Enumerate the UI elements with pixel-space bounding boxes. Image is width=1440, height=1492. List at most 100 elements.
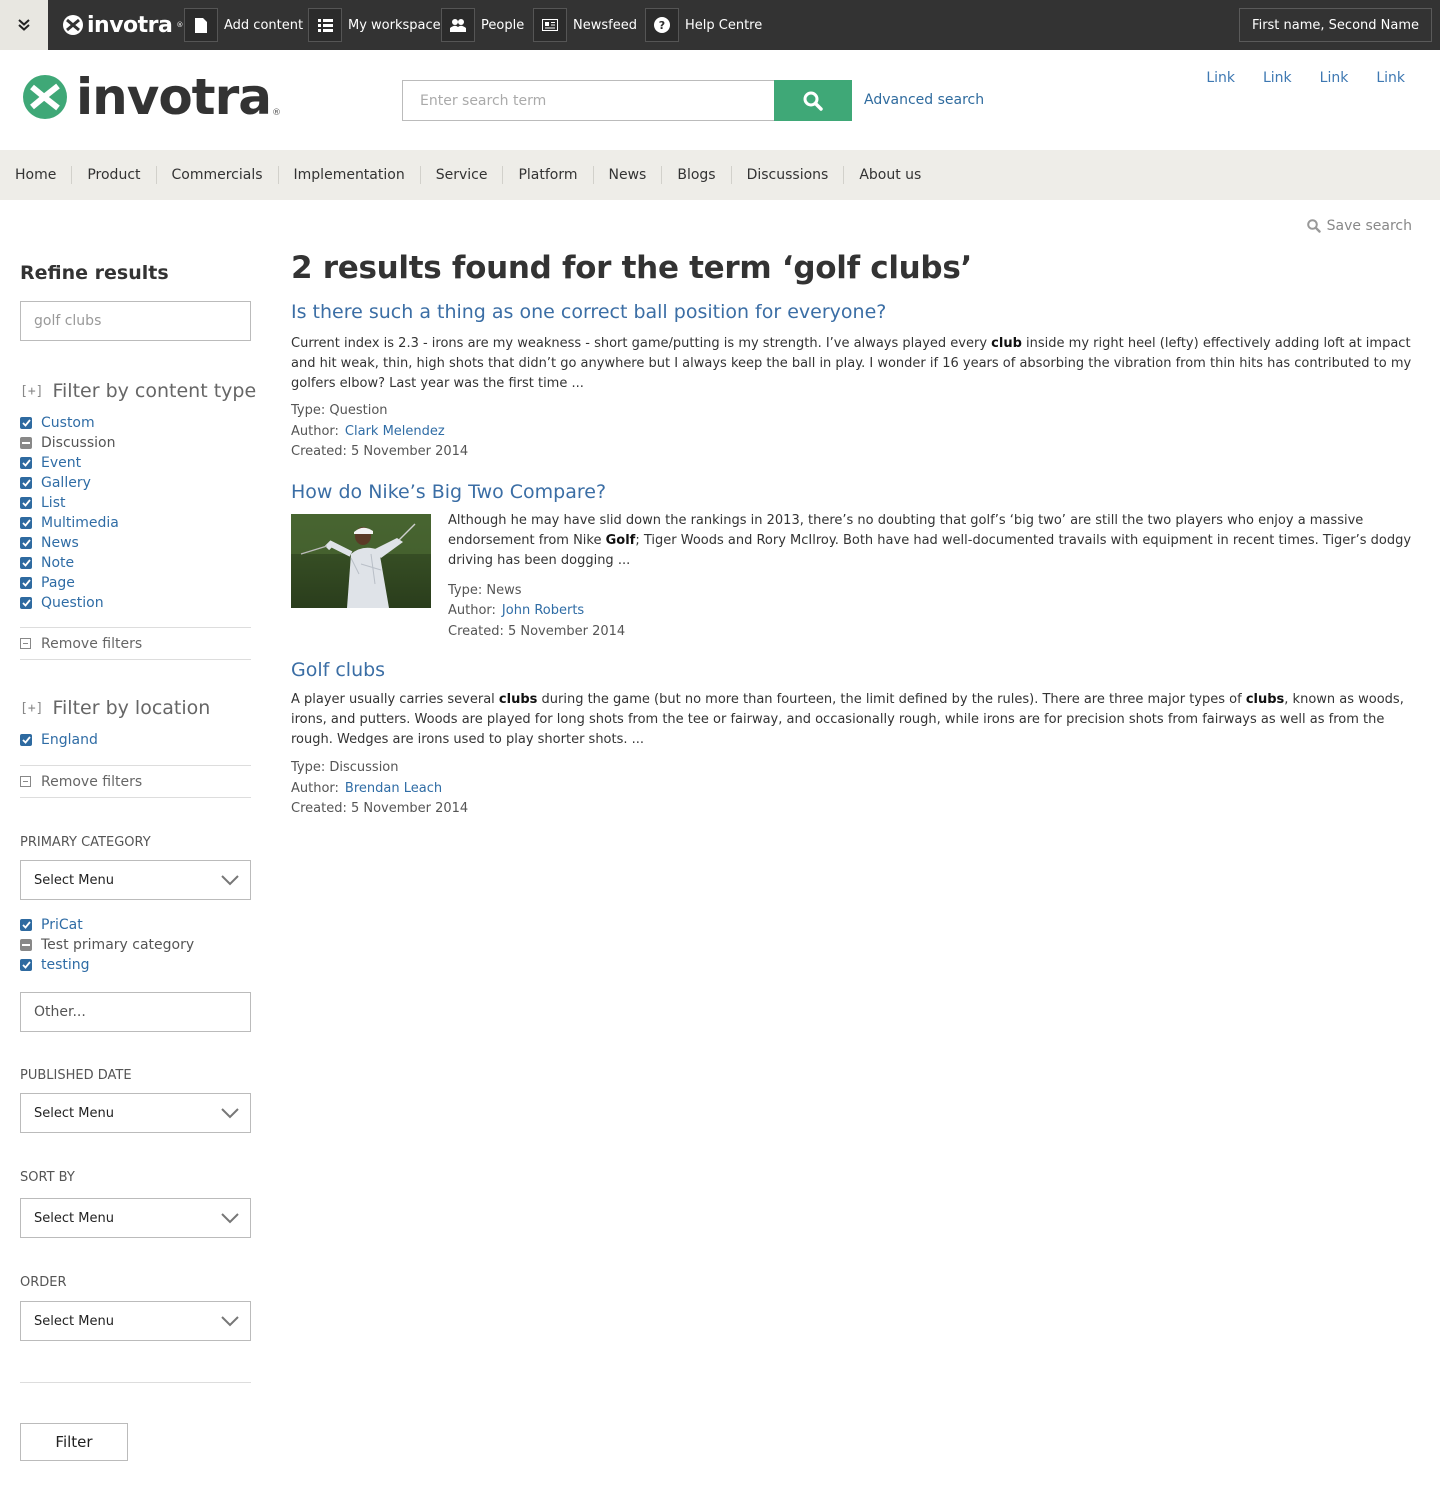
remove-location-filters[interactable]: Remove filters — [20, 765, 251, 798]
published-date-select[interactable]: Select Menu — [20, 1093, 251, 1133]
newsfeed-label: Newsfeed — [573, 17, 637, 33]
sort-by-label: SORT BY — [20, 1170, 75, 1185]
refine-search-input[interactable]: golf clubs — [20, 301, 251, 341]
save-search-button[interactable]: Save search — [1306, 218, 1412, 234]
result-title-link[interactable]: How do Nike’s Big Two Compare? — [291, 480, 1421, 504]
nav-news[interactable]: News — [592, 166, 662, 184]
nav-discussions[interactable]: Discussions — [730, 166, 844, 184]
nav-home[interactable]: Home — [0, 166, 71, 184]
nav-implementation[interactable]: Implementation — [277, 166, 420, 184]
primary-category-select[interactable]: Select Menu — [20, 860, 251, 900]
collapse-square-icon — [20, 776, 31, 787]
remove-content-type-filters[interactable]: Remove filters — [20, 627, 251, 660]
content-type-event[interactable]: Event — [20, 453, 251, 473]
add-content-button[interactable]: Add content — [184, 0, 303, 50]
results-heading: 2 results found for the term ‘golf clubs… — [291, 250, 972, 286]
checkbox-checked-icon — [20, 597, 32, 609]
help-centre-label: Help Centre — [685, 17, 763, 33]
people-button[interactable]: People — [441, 0, 524, 50]
location-england[interactable]: England — [20, 730, 251, 750]
header-link-4[interactable]: Link — [1376, 70, 1405, 86]
content-type-news[interactable]: News — [20, 533, 251, 553]
chevron-down-icon — [221, 875, 239, 886]
nav-service[interactable]: Service — [419, 166, 503, 184]
checkbox-checked-icon — [20, 497, 32, 509]
remove-filters-label: Remove filters — [41, 635, 143, 652]
content-type-label: Multimedia — [41, 515, 119, 531]
result-title-link[interactable]: Golf clubs — [291, 658, 1421, 682]
result-item: Golf clubs A player usually carries seve… — [291, 658, 1421, 820]
select-value: Select Menu — [34, 1105, 114, 1121]
site-logo[interactable]: invotra ® — [22, 72, 281, 122]
menu-toggle-button[interactable] — [0, 0, 48, 50]
header-link-3[interactable]: Link — [1320, 70, 1349, 86]
location-label: England — [41, 732, 98, 748]
location-filter-toggle[interactable]: [+] Filter by location — [20, 696, 251, 720]
search-input[interactable]: Enter search term — [402, 80, 775, 121]
excerpt-highlight: club — [991, 336, 1022, 351]
result-created: Created: 5 November 2014 — [448, 623, 626, 639]
content-type-filter-toggle[interactable]: [+] Filter by content type — [20, 379, 256, 403]
order-label: ORDER — [20, 1275, 67, 1290]
content-type-multimedia[interactable]: Multimedia — [20, 513, 251, 533]
nav-commercials[interactable]: Commercials — [155, 166, 278, 184]
add-content-label: Add content — [224, 17, 304, 33]
header-link-1[interactable]: Link — [1206, 70, 1235, 86]
collapse-square-icon — [20, 638, 31, 649]
checkbox-checked-icon — [20, 919, 32, 931]
primary-category-testing[interactable]: testing — [20, 955, 251, 975]
result-meta: Type: News Author: John Roberts Created: … — [448, 581, 1421, 643]
result-author: Author: Clark Melendez — [291, 422, 1421, 443]
advanced-search-link[interactable]: Advanced search — [864, 92, 984, 108]
main-navigation: Home Product Commercials Implementation … — [0, 150, 1440, 200]
content-type-question[interactable]: Question — [20, 593, 251, 613]
content-type-custom[interactable]: Custom — [20, 413, 251, 433]
other-category-input[interactable]: Other... — [20, 992, 251, 1032]
content-type-list[interactable]: List — [20, 493, 251, 513]
chevron-down-icon — [221, 1316, 239, 1327]
content-type-gallery[interactable]: Gallery — [20, 473, 251, 493]
author-link[interactable]: Clark Melendez — [345, 424, 445, 439]
excerpt-text: A player usually carries several — [291, 692, 499, 707]
filter-button[interactable]: Filter — [20, 1423, 128, 1461]
double-chevron-down-icon — [18, 19, 30, 31]
help-centre-button[interactable]: ? Help Centre — [645, 0, 762, 50]
chevron-down-icon — [221, 1213, 239, 1224]
primary-category-pricat[interactable]: PriCat — [20, 915, 251, 935]
author-link[interactable]: Brendan Leach — [345, 781, 442, 796]
content-type-label: Event — [41, 455, 82, 471]
content-type-page[interactable]: Page — [20, 573, 251, 593]
list-icon — [308, 8, 342, 42]
result-title-link[interactable]: Is there such a thing as one correct bal… — [291, 300, 1421, 324]
nav-about-us[interactable]: About us — [843, 166, 936, 184]
my-workspace-button[interactable]: My workspace — [308, 0, 441, 50]
my-workspace-label: My workspace — [348, 17, 441, 33]
result-thumbnail-image[interactable] — [291, 513, 431, 608]
nav-platform[interactable]: Platform — [502, 166, 592, 184]
divider — [20, 1382, 251, 1383]
newsfeed-button[interactable]: Newsfeed — [533, 0, 637, 50]
author-link[interactable]: John Roberts — [502, 603, 584, 618]
admin-logo[interactable]: invotra ® — [62, 12, 183, 38]
sort-by-select[interactable]: Select Menu — [20, 1198, 251, 1238]
invotra-logo-mark-icon — [23, 75, 67, 119]
user-menu-button[interactable]: First name, Second Name — [1239, 8, 1432, 42]
content-type-label: Gallery — [41, 475, 91, 491]
content-type-note[interactable]: Note — [20, 553, 251, 573]
checkbox-checked-icon — [20, 557, 32, 569]
document-icon — [184, 8, 218, 42]
nav-product[interactable]: Product — [71, 166, 155, 184]
result-excerpt: Although he may have slid down the ranki… — [448, 511, 1421, 571]
save-search-label: Save search — [1326, 218, 1412, 234]
result-meta: Type: Discussion Author: Brendan Leach Cr… — [291, 758, 1421, 820]
result-item: Is there such a thing as one correct bal… — [291, 300, 1421, 463]
author-label: Author: — [448, 603, 496, 618]
admin-toolbar: invotra ® Add content My workspace People… — [0, 0, 1440, 50]
content-type-discussion[interactable]: Discussion — [20, 433, 251, 453]
expand-toggle: [+] — [20, 700, 44, 716]
search-button[interactable] — [774, 80, 852, 121]
order-select[interactable]: Select Menu — [20, 1301, 251, 1341]
nav-blogs[interactable]: Blogs — [661, 166, 730, 184]
header-link-2[interactable]: Link — [1263, 70, 1292, 86]
primary-category-test[interactable]: Test primary category — [20, 935, 251, 955]
